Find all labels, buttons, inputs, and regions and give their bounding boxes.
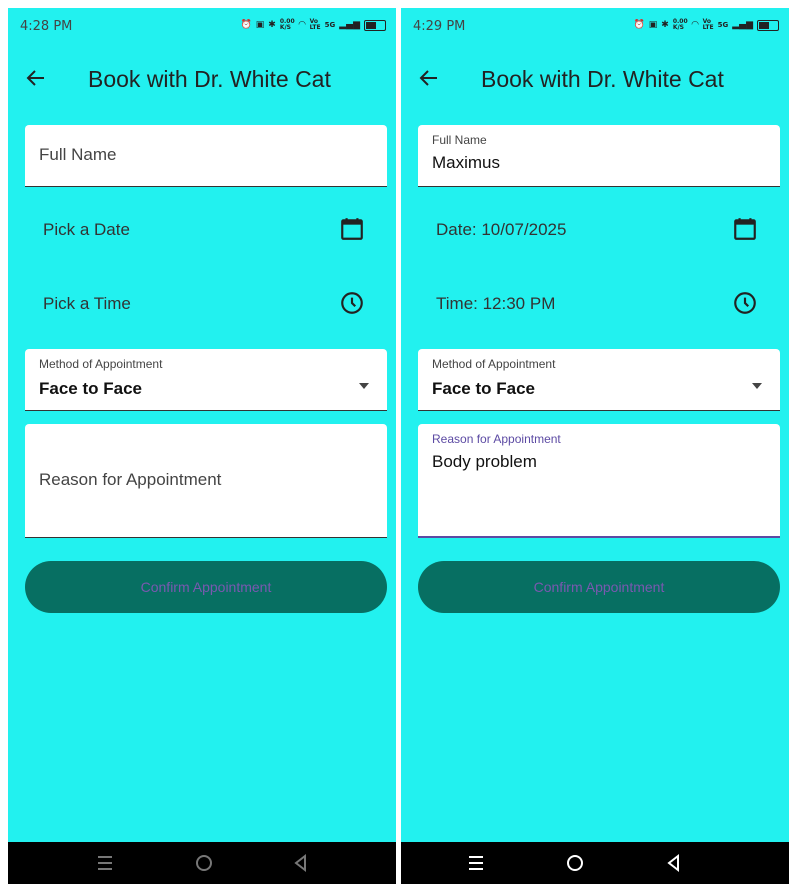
- method-label: Method of Appointment: [432, 357, 556, 371]
- pick-date-label: Pick a Date: [43, 220, 130, 239]
- pick-time-row[interactable]: Pick a Time: [25, 282, 387, 326]
- nfc-icon: ▣: [648, 20, 658, 30]
- caret-down-icon[interactable]: [359, 383, 369, 389]
- net-speed: 0.00 K/S: [279, 18, 295, 31]
- reason-label: Reason for Appointment: [432, 432, 561, 446]
- pick-time-row[interactable]: Time: 12:30 PM: [418, 282, 780, 326]
- back-arrow-icon[interactable]: [24, 66, 48, 90]
- battery-icon: [757, 19, 779, 31]
- screen-filled-form: 4:29 PM ⏰ ▣ ✱ 0.00 K/S ◠ Vo LTE 5G ▂▄▆ B…: [401, 8, 789, 884]
- full-name-label: Full Name: [432, 133, 487, 147]
- pick-date-row[interactable]: Pick a Date: [25, 208, 387, 252]
- volte-badge: Vo LTE: [702, 18, 714, 31]
- full-name-field[interactable]: Full Name: [25, 125, 387, 187]
- reason-field[interactable]: Reason for Appointment Body problem: [418, 424, 780, 538]
- method-dropdown[interactable]: Method of Appointment Face to Face: [418, 349, 780, 411]
- confirm-appointment-button[interactable]: Confirm Appointment: [25, 561, 387, 613]
- method-value: Face to Face: [432, 379, 535, 398]
- page-title: Book with Dr. White Cat: [481, 66, 724, 92]
- full-name-field[interactable]: Full Name Maximus: [418, 125, 780, 187]
- bluetooth-icon: ✱: [268, 20, 276, 30]
- calendar-icon[interactable]: [339, 216, 365, 242]
- signal-badge: 5G: [324, 21, 336, 29]
- back-arrow-icon[interactable]: [417, 66, 441, 90]
- calendar-icon[interactable]: [732, 216, 758, 242]
- method-dropdown[interactable]: Method of Appointment Face to Face: [25, 349, 387, 411]
- method-value: Face to Face: [39, 379, 142, 398]
- app-bar: Book with Dr. White Cat: [401, 60, 789, 100]
- alarm-icon: ⏰: [633, 20, 645, 30]
- triangle-back-icon[interactable]: [663, 852, 685, 874]
- caret-down-icon[interactable]: [752, 383, 762, 389]
- home-circle-icon[interactable]: [193, 852, 215, 874]
- reason-value: Body problem: [432, 452, 537, 471]
- status-time: 4:29 PM: [413, 19, 466, 34]
- signal-icon: ▂▄▆: [732, 20, 753, 30]
- system-nav-bar: [401, 842, 789, 884]
- selected-date-label: Date: 10/07/2025: [436, 220, 567, 239]
- clock-icon[interactable]: [732, 290, 758, 316]
- wifi-icon: ◠: [298, 20, 306, 30]
- full-name-value: Maximus: [432, 153, 501, 172]
- volte-badge: Vo LTE: [309, 18, 321, 31]
- page-title: Book with Dr. White Cat: [88, 66, 331, 92]
- reason-field[interactable]: Reason for Appointment: [25, 424, 387, 538]
- menu-icon[interactable]: [94, 852, 116, 874]
- method-label: Method of Appointment: [39, 357, 163, 371]
- selected-time-label: Time: 12:30 PM: [436, 294, 556, 313]
- wifi-icon: ◠: [691, 20, 699, 30]
- menu-icon[interactable]: [465, 852, 487, 874]
- clock-icon[interactable]: [339, 290, 365, 316]
- confirm-appointment-button[interactable]: Confirm Appointment: [418, 561, 780, 613]
- pick-date-row[interactable]: Date: 10/07/2025: [418, 208, 780, 252]
- pick-time-label: Pick a Time: [43, 294, 131, 313]
- home-circle-icon[interactable]: [564, 852, 586, 874]
- signal-badge: 5G: [717, 21, 729, 29]
- screen-empty-form: 4:28 PM ⏰ ▣ ✱ 0.00 K/S ◠ Vo LTE 5G ▂▄▆ B…: [8, 8, 396, 884]
- full-name-placeholder: Full Name: [39, 145, 117, 164]
- status-bar: 4:29 PM ⏰ ▣ ✱ 0.00 K/S ◠ Vo LTE 5G ▂▄▆: [401, 8, 789, 44]
- status-bar: 4:28 PM ⏰ ▣ ✱ 0.00 K/S ◠ Vo LTE 5G ▂▄▆: [8, 8, 396, 44]
- net-speed: 0.00 K/S: [672, 18, 688, 31]
- system-nav-bar: [8, 842, 396, 884]
- app-bar: Book with Dr. White Cat: [8, 60, 396, 100]
- battery-icon: [364, 19, 386, 31]
- bluetooth-icon: ✱: [661, 20, 669, 30]
- status-time: 4:28 PM: [20, 19, 73, 34]
- signal-icon: ▂▄▆: [339, 20, 360, 30]
- reason-placeholder: Reason for Appointment: [39, 470, 222, 489]
- status-icons: ⏰ ▣ ✱ 0.00 K/S ◠ Vo LTE 5G ▂▄▆: [634, 19, 779, 31]
- triangle-back-icon[interactable]: [290, 852, 312, 874]
- nfc-icon: ▣: [255, 20, 265, 30]
- status-icons: ⏰ ▣ ✱ 0.00 K/S ◠ Vo LTE 5G ▂▄▆: [241, 19, 386, 31]
- alarm-icon: ⏰: [240, 20, 252, 30]
